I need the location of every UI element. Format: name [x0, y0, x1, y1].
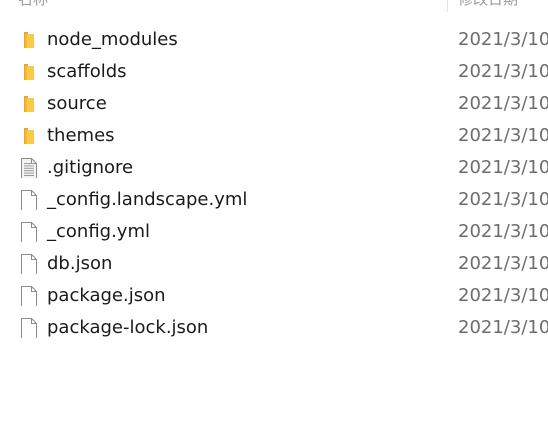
file-name: _config.yml [47, 221, 150, 242]
file-icon [19, 222, 39, 244]
file-date-modified: 2021/3/10 [458, 285, 548, 306]
column-divider[interactable] [447, 0, 448, 12]
file-date-modified: 2021/3/10 [458, 125, 548, 146]
file-icon [19, 286, 39, 308]
name-column-header[interactable]: 名称 [18, 0, 48, 9]
file-date-modified: 2021/3/10 [458, 189, 548, 210]
folder-icon [19, 30, 39, 50]
file-row-gitignore[interactable]: .gitignore 2021/3/10 [0, 152, 548, 184]
file-name: scaffolds [47, 61, 127, 82]
file-name: package.json [47, 285, 166, 306]
file-name: db.json [47, 253, 113, 274]
folder-icon [19, 94, 39, 114]
file-name: _config.landscape.yml [47, 189, 248, 210]
file-date-modified: 2021/3/10 [458, 29, 548, 50]
file-list: node_modules 2021/3/10 scaffolds 2021/3/10 s… [0, 24, 548, 344]
file-row-scaffolds[interactable]: scaffolds 2021/3/10 [0, 56, 548, 88]
column-header: 名称 修改日期 [0, 0, 548, 12]
file-date-modified: 2021/3/10 [458, 317, 548, 338]
file-row-themes[interactable]: themes 2021/3/10 [0, 120, 548, 152]
file-name: node_modules [47, 29, 178, 50]
file-icon [19, 254, 39, 276]
date-modified-column-header[interactable]: 修改日期 [458, 0, 518, 9]
file-row-package-lock-json[interactable]: package-lock.json 2021/3/10 [0, 312, 548, 344]
file-date-modified: 2021/3/10 [458, 253, 548, 274]
file-date-modified: 2021/3/10 [458, 93, 548, 114]
folder-icon [19, 62, 39, 82]
file-name: source [47, 93, 107, 114]
file-row-config-landscape-yml[interactable]: _config.landscape.yml 2021/3/10 [0, 184, 548, 216]
file-row-package-json[interactable]: package.json 2021/3/10 [0, 280, 548, 312]
file-name: themes [47, 125, 115, 146]
file-row-node-modules[interactable]: node_modules 2021/3/10 [0, 24, 548, 56]
file-name: .gitignore [47, 157, 134, 178]
file-date-modified: 2021/3/10 [458, 61, 548, 82]
file-date-modified: 2021/3/10 [458, 221, 548, 242]
file-name: package-lock.json [47, 317, 209, 338]
folder-icon [19, 126, 39, 146]
file-date-modified: 2021/3/10 [458, 157, 548, 178]
text-file-icon [19, 158, 39, 180]
file-explorer: 名称 修改日期 node_modules 2021/3/10 scaffolds 20… [0, 0, 548, 435]
file-icon [19, 190, 39, 212]
file-row-source[interactable]: source 2021/3/10 [0, 88, 548, 120]
file-row-config-yml[interactable]: _config.yml 2021/3/10 [0, 216, 548, 248]
file-row-db-json[interactable]: db.json 2021/3/10 [0, 248, 548, 280]
file-icon [19, 318, 39, 340]
